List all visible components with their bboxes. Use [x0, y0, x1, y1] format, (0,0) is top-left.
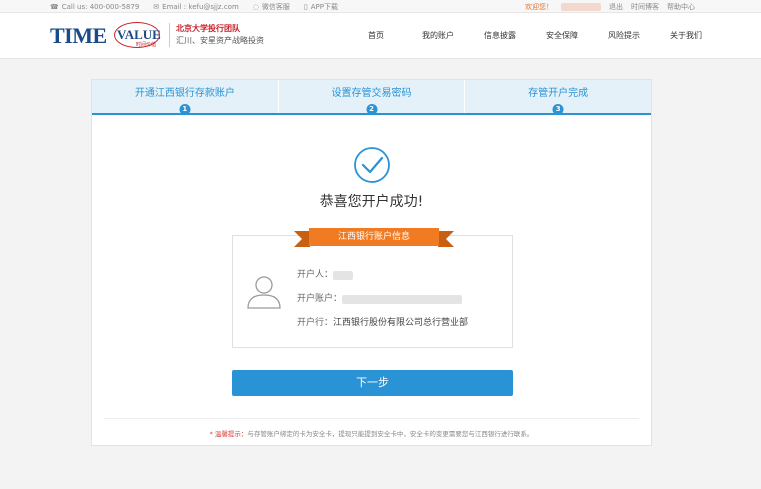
email-contact[interactable]: ✉ Email : kefu@sjjz.com — [153, 3, 239, 11]
phone-contact: ☎ Call us: 400-000-5879 — [50, 3, 139, 11]
holder-value-masked — [333, 270, 354, 280]
step-2: 设置存管交易密码 2 — [277, 80, 465, 115]
warm-tip: * 温馨提示：与存管账户绑定的卡为安全卡，提现只能提到安全卡中，安全卡的变更需要… — [92, 428, 651, 438]
account-info-box: 江西银行账户信息 开户人： 开户账户： 开户行： 江西银行股份有限公司总行营业部 — [232, 228, 513, 348]
success-message: 恭喜您开户成功! — [319, 194, 424, 210]
holder-label: 开户人： — [297, 270, 334, 280]
tip-head: 温馨提示： — [214, 430, 248, 438]
tip-text: 与存管账户绑定的卡为安全卡，提现只能提到安全卡中，安全卡的变更需要您与江西银行进… — [247, 430, 534, 438]
nav-home[interactable]: 首页 — [345, 13, 407, 59]
nav-risk[interactable]: 风险提示 — [593, 13, 655, 59]
nav-my-account[interactable]: 我的账户 — [407, 13, 469, 59]
wechat-service-link[interactable]: ◌ 微信客服 — [253, 2, 290, 12]
site-logo[interactable]: TIME VALUE 时间价值 — [50, 22, 165, 50]
account-fields: 开户人： 开户账户： 开户行： 江西银行股份有限公司总行营业部 — [297, 263, 468, 335]
ribbon-tail-right — [438, 231, 454, 247]
email-icon: ✉ — [153, 3, 160, 11]
divider — [104, 418, 639, 419]
bank-label: 开户行： — [297, 318, 334, 328]
steps-progress-line — [92, 113, 651, 115]
account-open-card: 开通江西银行存款账户 1 设置存管交易密码 2 存管开户完成 3 恭喜您开户成功… — [91, 79, 652, 446]
next-step-button[interactable]: 下一步 — [232, 370, 513, 396]
phone-icon: ☎ — [50, 3, 59, 11]
chat-icon: ◌ — [252, 3, 259, 11]
logo-subtitle: 时间价值 — [136, 42, 157, 48]
mobile-icon: ▯ — [303, 3, 308, 11]
user-avatar-icon — [247, 276, 281, 309]
nav-security[interactable]: 安全保障 — [531, 13, 593, 59]
step-1-label: 开通江西银行存款账户 — [134, 88, 235, 99]
account-label: 开户账户： — [297, 294, 343, 304]
welcome-text: 欢迎您！ — [525, 3, 553, 11]
account-info-ribbon: 江西银行账户信息 — [294, 228, 454, 247]
slogan-line1: 北京大学投行团队 — [176, 24, 240, 33]
username-masked[interactable] — [561, 3, 601, 11]
step-3-label: 存管开户完成 — [528, 88, 589, 99]
step-3: 存管开户完成 3 — [464, 80, 651, 115]
email-text: Email : kefu@sjjz.com — [162, 3, 239, 11]
success-check-icon — [354, 147, 390, 183]
top-utility-bar: ☎ Call us: 400-000-5879 ✉ Email : kefu@s… — [0, 0, 761, 13]
step-2-label: 设置存管交易密码 — [331, 88, 412, 99]
account-row: 开户账户： — [297, 287, 468, 311]
wechat-text: 微信客服 — [261, 3, 290, 11]
tip-star: * — [209, 430, 213, 438]
logout-link[interactable]: 退出 — [609, 2, 623, 12]
ribbon-tail-left — [294, 231, 310, 247]
nav-about[interactable]: 关于我们 — [655, 13, 717, 59]
holder-row: 开户人： — [297, 263, 468, 287]
main-nav: 首页 我的账户 信息披露 安全保障 风险提示 关于我们 — [345, 13, 717, 59]
step-1: 开通江西银行存款账户 1 — [92, 80, 278, 115]
blog-link[interactable]: 时间博客 — [631, 2, 659, 12]
logo-time: TIME — [50, 23, 107, 48]
account-value-masked — [342, 294, 463, 304]
progress-steps: 开通江西银行存款账户 1 设置存管交易密码 2 存管开户完成 3 — [92, 80, 651, 115]
team-slogan: 北京大学投行团队 汇川、安星资产战略投资 — [169, 23, 264, 47]
slogan-line2: 汇川、安星资产战略投资 — [176, 36, 264, 45]
bank-row: 开户行： 江西银行股份有限公司总行营业部 — [297, 311, 468, 335]
phone-text: Call us: 400-000-5879 — [61, 3, 140, 11]
ribbon-title: 江西银行账户信息 — [309, 228, 439, 246]
help-center-link[interactable]: 帮助中心 — [667, 2, 695, 12]
site-header: TIME VALUE 时间价值 北京大学投行团队 汇川、安星资产战略投资 首页 … — [0, 13, 761, 59]
app-download-link[interactable]: ▯ APP下载 — [304, 2, 338, 12]
nav-disclosure[interactable]: 信息披露 — [469, 13, 531, 59]
bank-value: 江西银行股份有限公司总行营业部 — [333, 318, 469, 328]
app-text: APP下载 — [310, 3, 338, 11]
